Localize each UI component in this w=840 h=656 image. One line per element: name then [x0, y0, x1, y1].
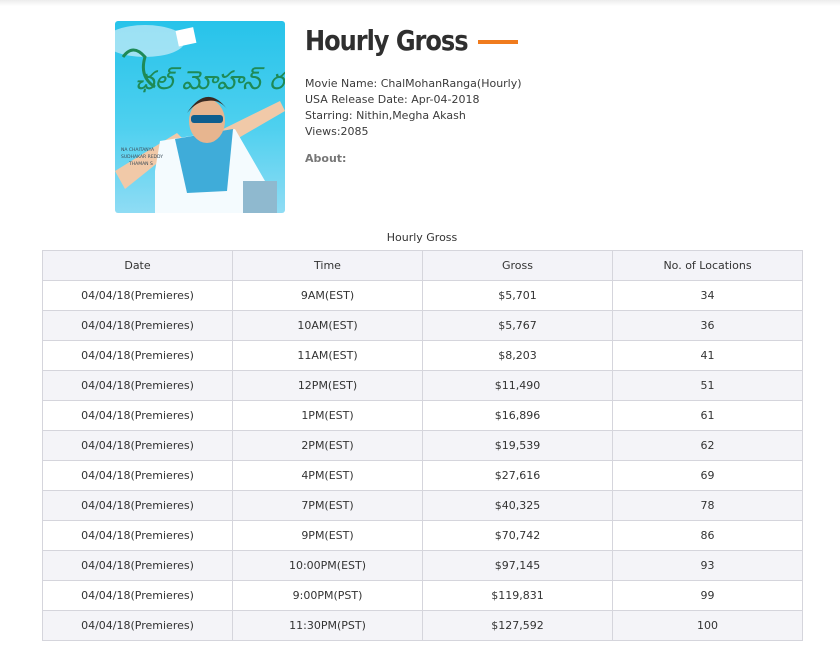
cell-time: 1PM(EST): [232, 400, 423, 431]
table-row: 04/04/18(Premieres) 11AM(EST) $8,203 41: [42, 340, 803, 371]
page-title: Hourly Gross: [305, 23, 469, 57]
cell-locations: 36: [612, 310, 803, 341]
starring: Starring: Nithin,Megha Akash: [305, 109, 466, 122]
release-date: USA Release Date: Apr-04-2018: [305, 93, 480, 106]
cell-locations: 51: [612, 370, 803, 401]
cell-time: 11:30PM(PST): [232, 610, 423, 641]
cell-date: 04/04/18(Premieres): [42, 520, 233, 551]
cell-locations: 99: [612, 580, 803, 611]
cell-locations: 86: [612, 520, 803, 551]
cell-time: 9PM(EST): [232, 520, 423, 551]
cell-gross: $127,592: [422, 610, 613, 641]
cell-gross: $70,742: [422, 520, 613, 551]
cell-date: 04/04/18(Premieres): [42, 280, 233, 311]
views-count: Views:2085: [305, 125, 369, 138]
column-header-gross: Gross: [422, 250, 613, 281]
cell-time: 10AM(EST): [232, 310, 423, 341]
table-row: 04/04/18(Premieres) 9AM(EST) $5,701 34: [42, 280, 803, 311]
cell-time: 4PM(EST): [232, 460, 423, 491]
cell-locations: 93: [612, 550, 803, 581]
cell-date: 04/04/18(Premieres): [42, 460, 233, 491]
cell-locations: 62: [612, 430, 803, 461]
movie-info: Hourly Gross Movie Name: ChalMohanRanga(…: [305, 18, 805, 166]
cell-time: 12PM(EST): [232, 370, 423, 401]
column-header-locations: No. of Locations: [612, 250, 803, 281]
cell-time: 10:00PM(EST): [232, 550, 423, 581]
poster-credit-2: SUDHAKAR REDDY: [121, 154, 163, 160]
table-row: 04/04/18(Premieres) 1PM(EST) $16,896 61: [42, 400, 803, 431]
cell-date: 04/04/18(Premieres): [42, 400, 233, 431]
page-title-row: Hourly Gross: [305, 18, 805, 62]
column-header-time: Time: [232, 250, 423, 281]
cell-gross: $119,831: [422, 580, 613, 611]
table-row: 04/04/18(Premieres) 7PM(EST) $40,325 78: [42, 490, 803, 521]
poster-artwork: ఛల్ మోహన్ రంగ NA CHAITANYA SUDHAKAR REDD…: [115, 25, 285, 213]
cell-gross: $40,325: [422, 490, 613, 521]
table-row: 04/04/18(Premieres) 12PM(EST) $11,490 51: [42, 370, 803, 401]
table-row: 04/04/18(Premieres) 2PM(EST) $19,539 62: [42, 430, 803, 461]
cell-locations: 34: [612, 280, 803, 311]
hourly-gross-table: Date Time Gross No. of Locations 04/04/1…: [42, 250, 803, 641]
table-row: 04/04/18(Premieres) 10:00PM(EST) $97,145…: [42, 550, 803, 581]
cell-time: 2PM(EST): [232, 430, 423, 461]
title-accent-dash: [477, 40, 518, 44]
movie-poster: ఛల్ మోహన్ రంగ NA CHAITANYA SUDHAKAR REDD…: [115, 21, 285, 213]
table-row: 04/04/18(Premieres) 9:00PM(PST) $119,831…: [42, 580, 803, 611]
cell-locations: 41: [612, 340, 803, 371]
cell-gross: $16,896: [422, 400, 613, 431]
cell-date: 04/04/18(Premieres): [42, 430, 233, 461]
cell-locations: 100: [612, 610, 803, 641]
table-caption: Hourly Gross: [386, 231, 458, 244]
movie-meta: Movie Name: ChalMohanRanga(Hourly) USA R…: [305, 76, 805, 140]
cell-date: 04/04/18(Premieres): [42, 490, 233, 521]
cell-gross: $5,767: [422, 310, 613, 341]
cell-date: 04/04/18(Premieres): [42, 610, 233, 641]
cell-time: 9AM(EST): [232, 280, 423, 311]
cell-gross: $19,539: [422, 430, 613, 461]
cell-gross: $8,203: [422, 340, 613, 371]
table-row: 04/04/18(Premieres) 11:30PM(PST) $127,59…: [42, 610, 803, 641]
cell-gross: $97,145: [422, 550, 613, 581]
poster-title-text: ఛల్ మోహన్ రంగ: [135, 66, 285, 96]
cell-date: 04/04/18(Premieres): [42, 340, 233, 371]
about-label: About:: [305, 152, 347, 165]
poster-credit-1: NA CHAITANYA: [121, 147, 155, 153]
cell-gross: $27,616: [422, 460, 613, 491]
movie-name: Movie Name: ChalMohanRanga(Hourly): [305, 77, 522, 90]
table-row: 04/04/18(Premieres) 10AM(EST) $5,767 36: [42, 310, 803, 341]
table-row: 04/04/18(Premieres) 9PM(EST) $70,742 86: [42, 520, 803, 551]
cell-date: 04/04/18(Premieres): [42, 550, 233, 581]
table-header-row: Date Time Gross No. of Locations: [42, 250, 803, 281]
top-shadow-bar: [0, 0, 840, 6]
cell-gross: $11,490: [422, 370, 613, 401]
cell-gross: $5,701: [422, 280, 613, 311]
table-row: 04/04/18(Premieres) 4PM(EST) $27,616 69: [42, 460, 803, 491]
cell-date: 04/04/18(Premieres): [42, 310, 233, 341]
cell-date: 04/04/18(Premieres): [42, 370, 233, 401]
poster-credit-3: THAMAN S: [128, 161, 153, 167]
cell-locations: 61: [612, 400, 803, 431]
cell-time: 9:00PM(PST): [232, 580, 423, 611]
cell-time: 7PM(EST): [232, 490, 423, 521]
column-header-date: Date: [42, 250, 233, 281]
cell-locations: 69: [612, 460, 803, 491]
cell-time: 11AM(EST): [232, 340, 423, 371]
cell-date: 04/04/18(Premieres): [42, 580, 233, 611]
cell-locations: 78: [612, 490, 803, 521]
